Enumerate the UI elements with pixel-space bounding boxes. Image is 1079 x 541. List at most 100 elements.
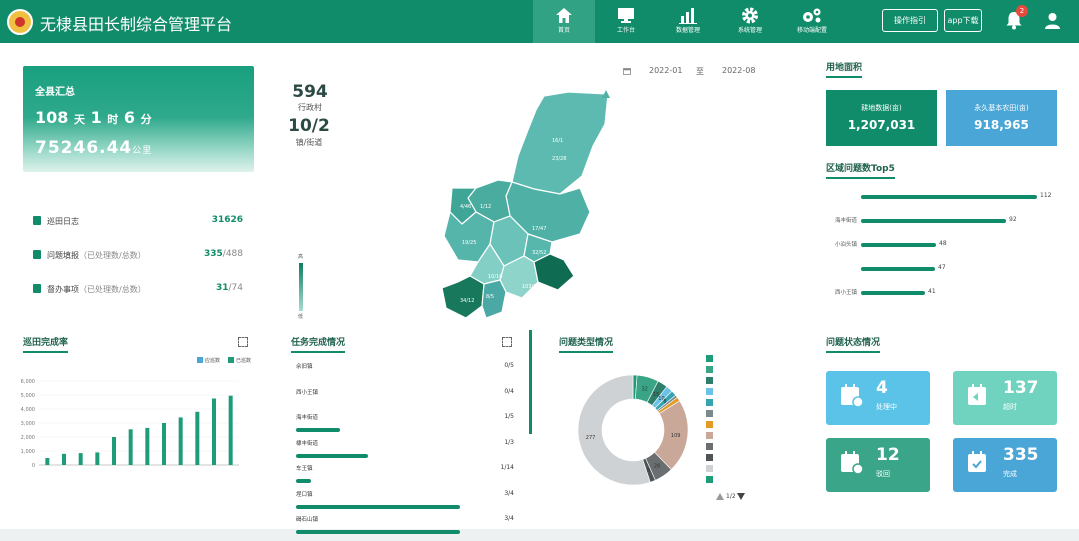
supervise-icon bbox=[33, 284, 41, 293]
expand-icon[interactable] bbox=[238, 337, 248, 347]
task-name: 埕口镇 bbox=[296, 491, 313, 498]
task-value: 0/4 bbox=[504, 387, 514, 395]
date-from[interactable]: 2022-01 bbox=[649, 66, 682, 75]
legend-item[interactable] bbox=[706, 410, 786, 419]
top5-row[interactable]: 47 bbox=[832, 264, 1052, 276]
calendar-check-icon bbox=[968, 451, 986, 472]
legend-item[interactable] bbox=[706, 377, 786, 386]
top5-value: 92 bbox=[1009, 216, 1017, 223]
patrol-bar bbox=[45, 458, 50, 465]
svg-text:19/25: 19/25 bbox=[462, 240, 476, 246]
task-row[interactable]: 碣石山镇 3/4 bbox=[296, 515, 514, 541]
status-rejected[interactable]: 12 驳回 bbox=[826, 438, 930, 492]
stat-supervision[interactable]: 督办事项（已处理数/总数） 31/74 bbox=[33, 283, 243, 297]
legend-swatch bbox=[228, 357, 234, 363]
slice-label: 277 bbox=[586, 435, 596, 441]
patrol-distance: 75246.44公里 bbox=[35, 138, 153, 158]
patrol-bar bbox=[78, 453, 83, 465]
county-map[interactable]: 16/1 23/28 4/46 1/12 17/47 19/25 10/10 3… bbox=[440, 84, 620, 330]
top5-bar bbox=[861, 267, 935, 271]
page-down-icon[interactable] bbox=[737, 493, 745, 500]
calendar-x-icon bbox=[841, 451, 864, 475]
svg-text:8/5: 8/5 bbox=[486, 294, 494, 300]
legend-item[interactable] bbox=[706, 388, 786, 397]
legend-item[interactable] bbox=[706, 465, 786, 474]
status-overdue[interactable]: 137 超时 bbox=[953, 371, 1057, 425]
land-area-title: 用地面积 bbox=[826, 60, 863, 78]
nav-home[interactable]: 首页 bbox=[533, 0, 595, 43]
svg-text:10/10: 10/10 bbox=[488, 274, 502, 280]
y-tick-label: 0 bbox=[32, 463, 35, 469]
slice-label: 32 bbox=[641, 387, 647, 393]
legend-swatch bbox=[706, 476, 713, 483]
legend-swatch bbox=[197, 357, 203, 363]
home-icon bbox=[556, 8, 572, 23]
top5-row[interactable]: 海丰街道 92 bbox=[832, 216, 1052, 228]
legend-swatch bbox=[706, 377, 713, 384]
legend-swatch bbox=[706, 388, 713, 395]
farmland-card: 耕地数据(亩) 1,207,031 bbox=[826, 90, 937, 146]
legend-item[interactable] bbox=[706, 432, 786, 441]
task-bar bbox=[296, 530, 460, 534]
legend-swatch bbox=[706, 366, 713, 373]
top5-bar bbox=[861, 243, 936, 247]
task-row[interactable]: 棣丰街道 1/3 bbox=[296, 439, 514, 465]
town-count: 10/2 bbox=[288, 116, 330, 136]
top5-bar bbox=[861, 291, 925, 295]
legend-item[interactable] bbox=[706, 366, 786, 375]
task-bar bbox=[296, 479, 311, 483]
legend-item[interactable] bbox=[706, 443, 786, 452]
task-name: 佘旧镇 bbox=[296, 364, 313, 370]
slice-label: 109 bbox=[671, 433, 681, 439]
patrol-bar bbox=[228, 395, 233, 465]
legend-item[interactable] bbox=[706, 399, 786, 408]
nav-workbench[interactable]: 工作台 bbox=[595, 0, 657, 43]
top5-row[interactable]: 小泊头镇 48 bbox=[832, 240, 1052, 252]
monitor-icon bbox=[618, 8, 634, 23]
task-bar bbox=[296, 504, 460, 509]
app-download-button[interactable]: app下载 bbox=[944, 9, 982, 32]
svg-text:17/47: 17/47 bbox=[532, 226, 546, 232]
legend-item[interactable] bbox=[706, 421, 786, 430]
svg-text:32/52: 32/52 bbox=[532, 250, 546, 256]
task-row[interactable]: 埕口镇 3/4 bbox=[296, 490, 514, 516]
date-to[interactable]: 2022-08 bbox=[722, 66, 755, 75]
top5-row[interactable]: 112 bbox=[832, 192, 1052, 204]
stat-problem-report[interactable]: 问题填报（已处理数/总数） 335/488 bbox=[33, 249, 243, 263]
task-title: 任务完成情况 bbox=[291, 335, 346, 353]
legend-swatch bbox=[706, 421, 713, 428]
top5-name: 西小王镇 bbox=[834, 290, 857, 296]
legend-swatch bbox=[706, 399, 713, 406]
patrol-bar bbox=[62, 453, 66, 465]
nav-data[interactable]: 数据管理 bbox=[657, 0, 719, 43]
task-row[interactable]: 海丰街道 1/5 bbox=[296, 413, 514, 439]
top5-bar bbox=[861, 195, 1037, 199]
task-row[interactable]: 西小王镇 0/4 bbox=[296, 388, 514, 414]
status-completed[interactable]: 335 完成 bbox=[953, 438, 1057, 492]
scrollbar[interactable] bbox=[529, 330, 532, 434]
stat-patrol-log[interactable]: 巡田日志 31626 bbox=[33, 215, 243, 229]
status-processing[interactable]: 4 处理中 bbox=[826, 371, 930, 425]
task-value: 3/4 bbox=[504, 489, 514, 497]
calendar-icon[interactable] bbox=[623, 67, 631, 75]
expand-icon[interactable] bbox=[502, 337, 512, 347]
page-up-icon[interactable] bbox=[716, 493, 724, 500]
top-header: 无棣县田长制综合管理平台 首页 工作台 数据管理 系统管理 移动端配置 操作指引… bbox=[0, 0, 1079, 43]
app-logo bbox=[7, 9, 33, 35]
svg-text:4/46: 4/46 bbox=[460, 204, 471, 210]
task-row[interactable]: 车王镇 1/14 bbox=[296, 464, 514, 490]
legend-item[interactable] bbox=[706, 454, 786, 463]
top5-row[interactable]: 西小王镇 41 bbox=[832, 288, 1052, 300]
legend-item[interactable] bbox=[706, 355, 786, 364]
guide-button[interactable]: 操作指引 bbox=[882, 9, 938, 32]
map-region[interactable] bbox=[441, 275, 485, 319]
basic-farmland-card: 永久基本农田(亩) 918,965 bbox=[946, 90, 1057, 146]
user-icon[interactable] bbox=[1044, 12, 1061, 29]
nav-mobile[interactable]: 移动端配置 bbox=[781, 0, 843, 43]
patrol-bar-chart: 6,000 5,000 4,000 3,000 2,000 1,000 0 bbox=[21, 379, 239, 469]
top5-value: 112 bbox=[1040, 192, 1052, 199]
legend-item[interactable] bbox=[706, 476, 786, 485]
legend-swatch bbox=[706, 432, 713, 439]
nav-system[interactable]: 系统管理 bbox=[719, 0, 781, 43]
task-row[interactable]: 佘旧镇 0/5 bbox=[296, 362, 514, 388]
